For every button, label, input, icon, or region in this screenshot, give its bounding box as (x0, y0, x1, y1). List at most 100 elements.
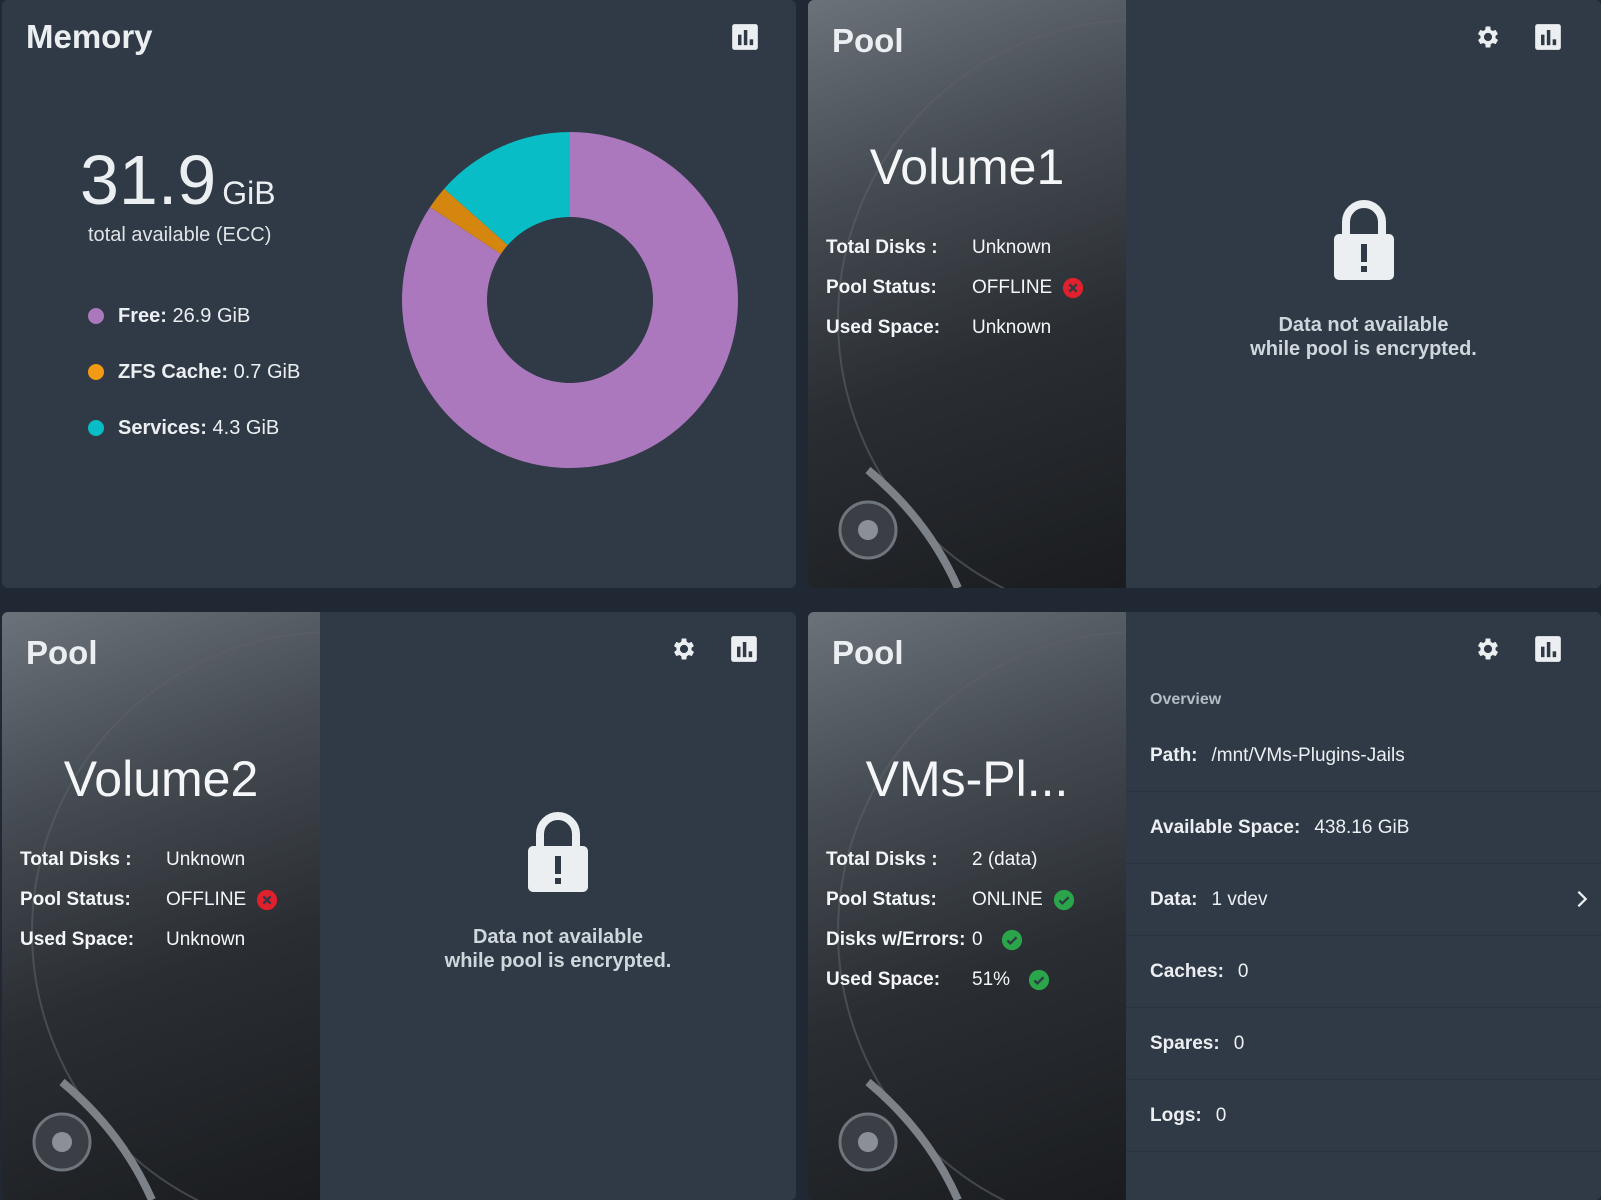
bar-chart-icon (732, 24, 758, 50)
stat-value: Unknown (166, 849, 245, 871)
check-circle-icon (1028, 969, 1050, 991)
stat-label: Pool Status: (826, 889, 937, 910)
dashboard-grid: Memory 31.9 GiB total available (ECC) Fre… (0, 0, 1601, 1200)
stat-value-text: Unknown (166, 849, 246, 870)
stat-label: Pool Status: (826, 277, 937, 298)
encrypted-message: Data not available while pool is encrypte… (1126, 313, 1601, 361)
memory-donut-chart (402, 132, 738, 469)
encrypted-message-line2: while pool is encrypted. (1250, 338, 1477, 360)
stat-value-text: Unknown (166, 929, 246, 950)
overview-value: 0 (1233, 1032, 1245, 1054)
stat-pool-status: Pool Status: ONLINE (826, 880, 1075, 920)
legend-value: 0.7 GiB (233, 360, 301, 383)
legend-dot (88, 308, 104, 324)
stat-value: Unknown (166, 929, 245, 951)
stat-value: 51% (972, 969, 1050, 991)
stat-used-space: Used Space: Unknown (826, 308, 1084, 348)
legend-dot (88, 364, 104, 380)
pool-name: Volume1 (869, 139, 1065, 195)
pool-stats: Total Disks : Unknown Pool Status: OFFLINE… (826, 228, 1084, 348)
overview-value: 0 (1215, 1104, 1227, 1126)
stat-value: OFFLINE (166, 889, 278, 911)
gear-icon (673, 638, 695, 660)
memory-total-unit: GiB (222, 175, 276, 211)
legend-item-free: Free: 26.9 GiB (88, 288, 300, 344)
memory-total: 31.9 GiB (80, 140, 276, 220)
overview-label: Available Space: (1150, 816, 1301, 838)
reports-button[interactable] (1533, 634, 1563, 664)
stat-value-text: ONLINE (972, 889, 1043, 910)
stat-used-space: Used Space: Unknown (20, 920, 278, 960)
legend-dot (88, 420, 104, 436)
pool-card-volume1: Pool Volume1 Total Disks : Unknown Pool S… (808, 0, 1601, 588)
overview-value: 0 (1237, 960, 1249, 982)
overview-value: 1 vdev (1211, 888, 1268, 910)
card-title: Pool (26, 634, 98, 671)
overview-label: Data: (1150, 888, 1198, 910)
overview-title: Overview (1150, 691, 1222, 708)
pool-settings-button[interactable] (669, 634, 699, 664)
lock-icon (1333, 200, 1394, 280)
stat-label: Pool Status: (20, 889, 131, 910)
legend-value: 4.3 GiB (212, 416, 280, 439)
stat-disks-with-errors: Disks w/Errors: 0 (826, 920, 1075, 960)
encrypted-message-line2: while pool is encrypted. (444, 950, 672, 972)
reports-button[interactable] (729, 634, 759, 664)
encrypted-notice: Data not available while pool is encrypte… (1126, 200, 1601, 361)
gear-icon (1477, 638, 1499, 660)
stat-pool-status: Pool Status: OFFLINE (20, 880, 278, 920)
stat-value: Unknown (972, 237, 1051, 259)
memory-card: Memory 31.9 GiB total available (ECC) Fre… (2, 0, 796, 588)
encrypted-message-line1: Data not available (1278, 314, 1449, 336)
legend-item-zfs-cache: ZFS Cache: 0.7 GiB (88, 344, 300, 400)
stat-label: Used Space: (20, 929, 135, 950)
bar-chart-icon (1535, 24, 1561, 50)
stat-value: Unknown (972, 317, 1051, 339)
overview-label: Logs: (1150, 1104, 1202, 1126)
legend-item-services: Services: 4.3 GiB (88, 400, 300, 456)
pool-stats: Total Disks : 2 (data) Pool Status: ONLINE… (826, 840, 1075, 1000)
stat-total-disks: Total Disks : Unknown (826, 228, 1084, 268)
stat-label: Disks w/Errors: (826, 929, 966, 950)
legend-label: Free: (118, 304, 167, 327)
stat-value-text: Unknown (972, 317, 1052, 338)
encrypted-message: Data not available while pool is encrypte… (320, 925, 796, 973)
stat-value-text: OFFLINE (166, 889, 247, 910)
pool-settings-button[interactable] (1473, 22, 1503, 52)
stat-total-disks: Total Disks : 2 (data) (826, 840, 1075, 880)
error-icon (1063, 277, 1084, 299)
memory-legend: Free: 26.9 GiB ZFS Cache: 0.7 GiB Servic… (88, 288, 300, 456)
stat-value: 0 (972, 929, 1023, 951)
stat-value-text: OFFLINE (972, 277, 1053, 298)
stat-total-disks: Total Disks : Unknown (20, 840, 278, 880)
overview-label: Caches: (1150, 960, 1224, 982)
stat-value: ONLINE (972, 889, 1075, 911)
pool-name: VMs-Pl... (865, 751, 1069, 807)
encrypted-message-line1: Data not available (472, 926, 644, 948)
stat-value-text: Unknown (972, 237, 1052, 258)
pool-settings-button[interactable] (1473, 634, 1503, 664)
legend-label: Services: (118, 416, 207, 439)
chevron-right-icon[interactable] (1571, 888, 1593, 910)
overview-row-path: Path: /mnt/VMs-Plugins-Jails (1126, 720, 1601, 792)
overview-row-data[interactable]: Data: 1 vdev (1126, 864, 1601, 936)
stat-value: 2 (data) (972, 849, 1037, 871)
error-icon (257, 889, 278, 911)
pool-overview: Overview Path: /mnt/VMs-Plugins-Jails Ava… (1126, 680, 1601, 1152)
stat-value-text: 2 (data) (972, 849, 1038, 870)
stat-label: Total Disks : (20, 849, 132, 870)
check-circle-icon (1053, 889, 1074, 911)
stat-pool-status: Pool Status: OFFLINE (826, 268, 1084, 308)
stat-label: Used Space: (826, 969, 941, 990)
stat-label: Used Space: (826, 317, 941, 338)
check-circle-icon (1001, 929, 1022, 951)
overview-row-spares: Spares: 0 (1126, 1008, 1601, 1080)
reports-button[interactable] (730, 22, 760, 52)
card-title: Pool (832, 634, 904, 671)
encrypted-notice: Data not available while pool is encrypte… (320, 812, 796, 973)
stat-value-text: 51% (972, 969, 1011, 990)
card-title: Pool (832, 22, 904, 59)
pool-card-vms-plugins-jails: Pool VMs-Pl... Total Disks : 2 (data) Poo… (808, 612, 1601, 1200)
pool-card-volume2: Pool Volume2 Total Disks : Unknown Pool S… (2, 612, 796, 1200)
reports-button[interactable] (1533, 22, 1563, 52)
